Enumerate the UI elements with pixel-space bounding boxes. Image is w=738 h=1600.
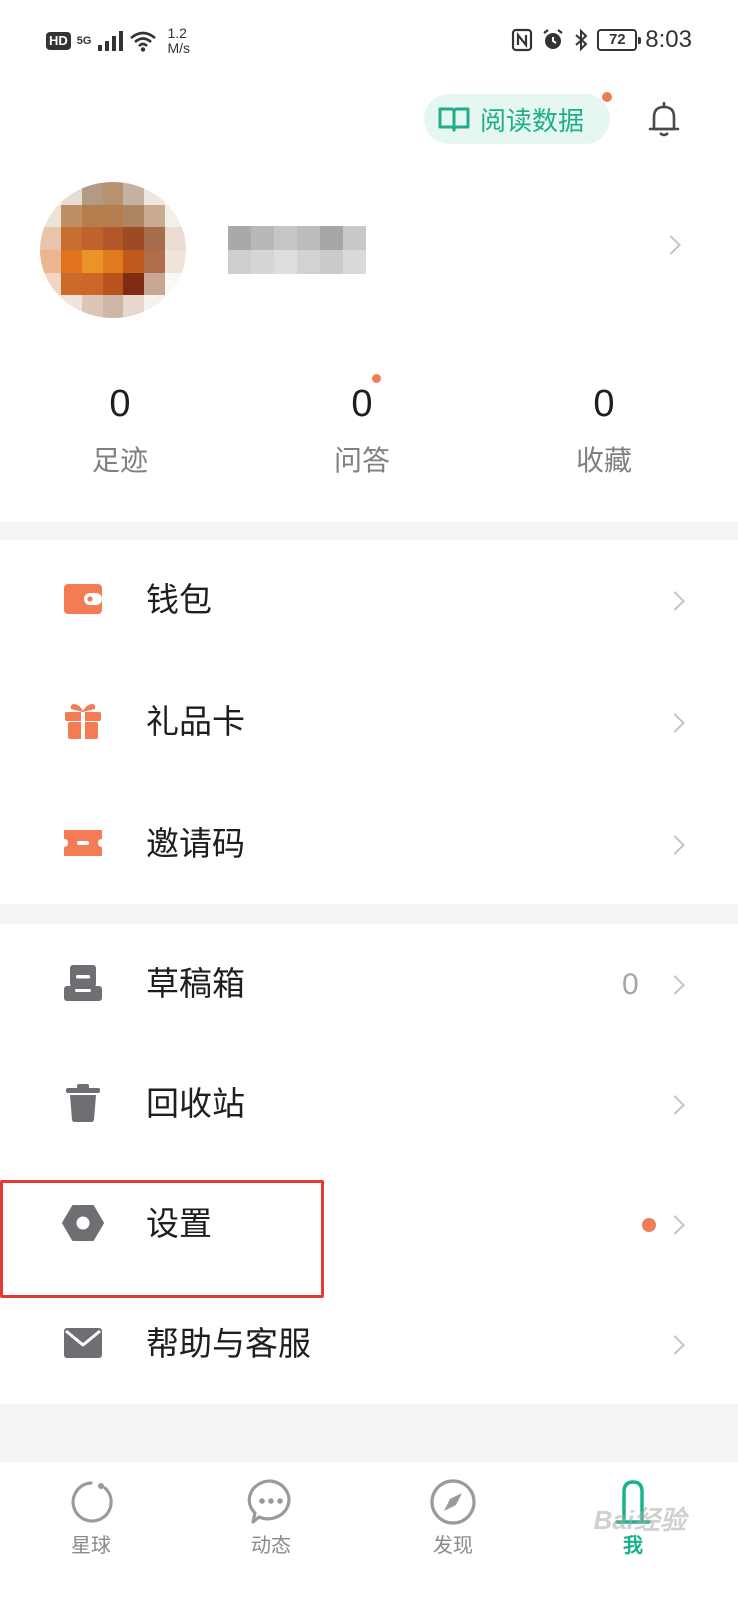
menu-label: 帮助与客服: [146, 1324, 311, 1363]
stat-value: 0: [593, 383, 615, 425]
username-pixelated[interactable]: [228, 226, 366, 274]
signal-icon: [98, 31, 124, 51]
highlight-annotation: [0, 1180, 324, 1298]
pixelated-avatar: [40, 182, 186, 318]
menu-item-drafts[interactable]: 草稿箱 0: [0, 926, 738, 1044]
open-book-icon: [438, 107, 470, 132]
planet-icon: [71, 1481, 113, 1523]
drafts-count: 0: [622, 968, 639, 1001]
chevron-right-icon: [665, 975, 685, 995]
profile-chevron-icon[interactable]: [661, 235, 681, 255]
notification-dot: [372, 374, 381, 383]
network-type: 5G: [76, 34, 92, 47]
chevron-right-icon: [665, 1095, 685, 1115]
avatar[interactable]: [40, 182, 186, 318]
nfc-icon: [512, 28, 533, 52]
menu-item-wallet[interactable]: 钱包: [0, 542, 738, 660]
stat-favorites[interactable]: 0 收藏: [544, 382, 664, 478]
bluetooth-icon: [575, 28, 588, 52]
tab-label: 发现: [433, 1533, 473, 1557]
chevron-right-icon: [665, 835, 685, 855]
chevron-right-icon: [665, 713, 685, 733]
stat-qa[interactable]: 0 问答: [302, 374, 422, 478]
chat-bubble-icon: [247, 1479, 291, 1524]
menu-item-gift-card[interactable]: 礼品卡: [0, 664, 738, 782]
menu-item-recycle-bin[interactable]: 回收站: [0, 1046, 738, 1164]
compass-icon: [430, 1479, 476, 1525]
clock: 8:03: [645, 26, 692, 53]
menu-label: 草稿箱: [146, 964, 245, 1003]
menu-label: 礼品卡: [146, 702, 245, 741]
chevron-right-icon: [665, 1335, 685, 1355]
stat-label: 足迹: [91, 444, 148, 477]
notification-dot: [642, 1218, 656, 1232]
section-divider: [0, 1404, 738, 1462]
stat-value: 0: [109, 383, 131, 425]
stat-value: 0: [351, 383, 373, 425]
watermark: Bai经验: [593, 1505, 686, 1535]
tab-planet[interactable]: 星球: [36, 1476, 146, 1558]
wifi-icon: [130, 31, 157, 52]
notification-dot: [602, 92, 612, 102]
chevron-right-icon: [665, 591, 685, 611]
alarm-icon: [543, 29, 563, 49]
gift-icon: [65, 704, 101, 739]
trash-icon: [66, 1084, 100, 1122]
status-bar: HD 5G 1.2 M/s 72 8:03: [0, 0, 738, 86]
wallet-icon: [64, 584, 102, 614]
menu-label: 钱包: [146, 580, 212, 619]
section-divider: [0, 904, 738, 924]
bell-icon[interactable]: [646, 100, 682, 140]
tab-activity[interactable]: 动态: [216, 1476, 326, 1558]
drafts-icon: [64, 965, 102, 1001]
chevron-right-icon: [665, 1215, 685, 1235]
section-divider: [0, 522, 738, 540]
read-data-button[interactable]: 阅读数据: [424, 92, 612, 144]
mail-icon: [64, 1328, 102, 1358]
stat-label: 问答: [333, 444, 390, 477]
network-speed: 1.2 M/s: [167, 25, 191, 56]
stat-label: 收藏: [575, 444, 632, 477]
battery-indicator: 72: [597, 29, 642, 51]
tab-label: 动态: [251, 1533, 291, 1557]
ticket-icon: [64, 830, 102, 856]
tab-label: 星球: [71, 1533, 111, 1557]
hd-badge: HD: [46, 32, 71, 50]
menu-label: 回收站: [146, 1084, 245, 1123]
tab-discover[interactable]: 发现: [398, 1476, 508, 1558]
menu-label: 邀请码: [146, 824, 245, 863]
menu-item-invite-code[interactable]: 邀请码: [0, 786, 738, 904]
stat-footprint[interactable]: 0 足迹: [60, 382, 180, 478]
read-data-label: 阅读数据: [480, 106, 585, 137]
menu-item-help[interactable]: 帮助与客服: [0, 1286, 738, 1404]
